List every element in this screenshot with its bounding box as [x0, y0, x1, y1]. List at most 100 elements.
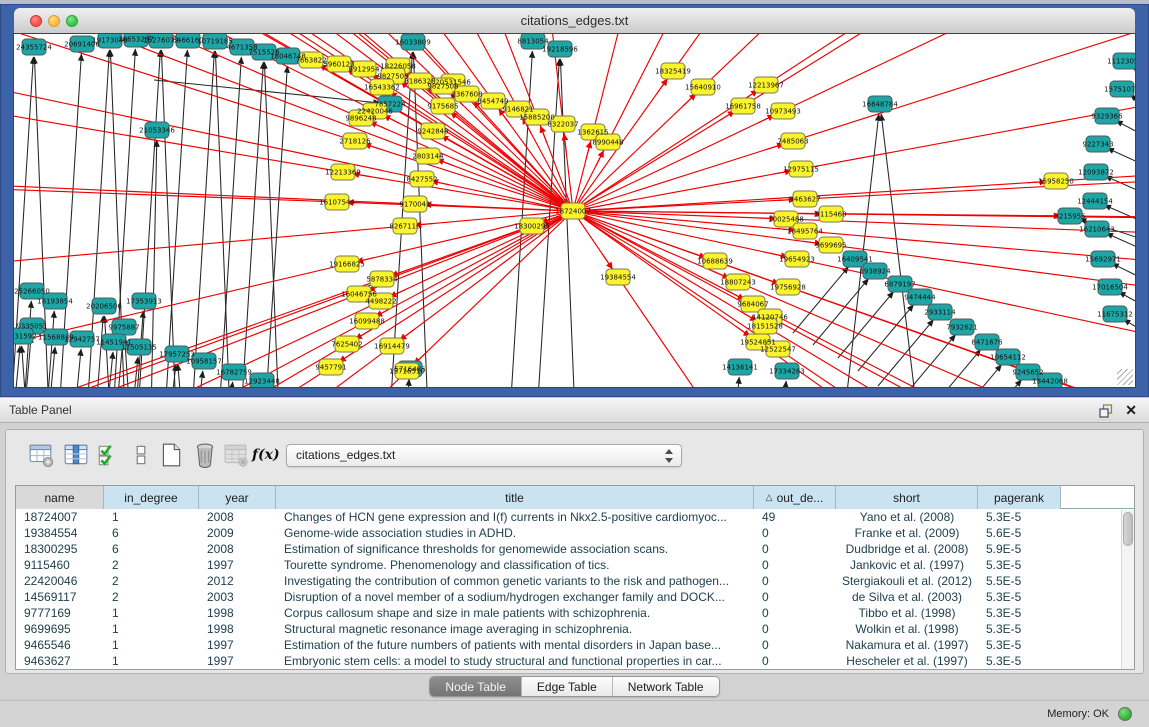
tab-network-table[interactable]: Network Table	[612, 677, 719, 696]
graph-node-label: 19166825	[329, 261, 365, 269]
table-row[interactable]: 1456911722003Disruption of a novel membe…	[16, 589, 1134, 605]
graph-node-label: 18151528	[747, 323, 783, 331]
table-row[interactable]: 946554611997Estimation of the future num…	[16, 637, 1134, 653]
cell-in_degree: 1	[104, 653, 199, 669]
delete-columns-icon[interactable]	[192, 442, 218, 468]
cell-name: 9115460	[16, 557, 104, 573]
graph-node-label: 7485063	[777, 138, 808, 146]
unselect-all-icon[interactable]	[128, 442, 154, 468]
graph-node-label: 9474444	[904, 294, 936, 302]
column-header-in_degree[interactable]: in_degree	[104, 486, 199, 509]
create-column-icon[interactable]	[158, 442, 184, 468]
table-row[interactable]: 969969511998Structural magnetic resonanc…	[16, 621, 1134, 637]
cell-title: Estimation of the future numbers of pati…	[276, 637, 754, 653]
window-title: citations_edges.txt	[14, 13, 1135, 28]
graph-node-label: 9975887	[108, 324, 139, 332]
graph-node-label: 18325419	[655, 68, 691, 76]
table-settings-icon[interactable]	[28, 442, 54, 468]
graph-node-label: 7663822	[295, 57, 326, 65]
graph-node-label: 1362615	[577, 129, 608, 137]
graph-node-label: 16648784	[862, 101, 898, 109]
graph-node-label: 9699695	[815, 242, 846, 250]
table-panel-title: Table Panel	[9, 403, 72, 417]
graph-node-label: 19384554	[600, 274, 636, 282]
delete-table-icon[interactable]	[223, 442, 249, 468]
cell-out_degree: 0	[754, 621, 836, 637]
cell-in_degree: 1	[104, 509, 199, 525]
show-columns-icon[interactable]	[63, 442, 89, 468]
graph-node-label: 2718126	[339, 138, 371, 146]
function-builder-icon[interactable]: f(x)	[252, 442, 278, 468]
column-header-pagerank[interactable]: pagerank	[978, 486, 1061, 509]
graph-node-label: 19218596	[542, 46, 578, 54]
graph-node-label: 15692971	[1085, 256, 1121, 264]
graph-node-label: 16409541	[837, 256, 873, 264]
table-row[interactable]: 977716911998Corpus callosum shape and si…	[16, 605, 1134, 621]
table-row[interactable]: 2242004622012Investigating the contribut…	[16, 573, 1134, 589]
graph-node-label: 9335051	[16, 323, 47, 331]
tab-edge-table[interactable]: Edge Table	[521, 677, 612, 696]
column-header-name[interactable]: name	[16, 486, 104, 509]
network-canvas[interactable]: 2435572420691406191730461065328715276072…	[14, 34, 1135, 387]
graph-node-label: 12093872	[1078, 169, 1114, 177]
graph-node-label: 18442068	[1032, 378, 1068, 386]
table-row[interactable]: 1872400712008Changes of HCN gene express…	[16, 509, 1134, 525]
sort-ascending-icon: △	[766, 492, 773, 503]
column-header-short[interactable]: short	[836, 486, 978, 509]
resize-grip-icon[interactable]	[1117, 369, 1133, 385]
cell-pagerank: 5.9E-5	[978, 541, 1061, 557]
float-panel-icon[interactable]	[1099, 404, 1113, 418]
graph-node-label: 2803144	[412, 153, 444, 161]
network-view-window: citations_edges.txt 24355724206914061917…	[0, 4, 1149, 397]
graph-node-label: 16099488	[349, 318, 385, 326]
scrollbar-thumb[interactable]	[1123, 512, 1133, 546]
cytoscape-app: citations_edges.txt 24355724206914061917…	[0, 0, 1149, 727]
citation-network-graph[interactable]: 2435572420691406191730461065328715276072…	[14, 34, 1135, 387]
tab-node-table[interactable]: Node Table	[430, 677, 521, 696]
table-body: 1872400712008Changes of HCN gene express…	[16, 509, 1134, 669]
graph-node-label: 10688639	[697, 258, 733, 266]
graph-node-label: 12923448	[244, 378, 280, 386]
table-scrollbar[interactable]	[1121, 510, 1134, 669]
graph-node-label: 9827508	[427, 83, 458, 91]
close-panel-icon[interactable]: ✕	[1125, 401, 1137, 419]
graph-node-label: 25266050	[14, 288, 50, 296]
graph-node-label: 8215955	[1054, 213, 1085, 221]
table-row[interactable]: 1938455462009Genome-wide association stu…	[16, 525, 1134, 541]
cell-pagerank: 5.3E-5	[978, 637, 1061, 653]
cell-year: 1998	[199, 605, 276, 621]
cell-title: Changes of HCN gene expression and I(f) …	[276, 509, 754, 525]
cell-year: 1997	[199, 637, 276, 653]
graph-node-label: 4498222	[365, 298, 396, 306]
select-all-icon[interactable]	[96, 442, 122, 468]
graph-node-label: 18724007	[555, 208, 591, 216]
graph-node-label: 21053346	[139, 127, 175, 135]
table-row[interactable]: 946362711997Embryonic stem cells: a mode…	[16, 653, 1134, 669]
graph-node-label: 16782759	[216, 369, 252, 377]
graph-node-label: 15958250	[1038, 178, 1074, 186]
graph-node-label: 19756928	[770, 284, 806, 292]
graph-node-label: 8912954	[348, 66, 380, 74]
graph-node-label: 12522547	[760, 346, 796, 354]
cell-pagerank: 5.3E-5	[978, 621, 1061, 637]
graph-node-label: 12444154	[1077, 198, 1113, 206]
memory-status-label: Memory: OK	[1047, 708, 1109, 720]
cell-out_degree: 0	[754, 653, 836, 669]
column-header-title[interactable]: title	[276, 486, 754, 509]
cell-short: Jankovic et al. (1997)	[836, 557, 978, 573]
graph-node-label: 15716510	[389, 368, 425, 376]
node-attribute-table: namein_degreeyeartitle△out_de...shortpag…	[15, 485, 1135, 670]
cell-name: 9463627	[16, 653, 104, 669]
table-panel-header: Table Panel ✕	[0, 397, 1149, 423]
cell-short: Stergiakouli et al. (2012)	[836, 573, 978, 589]
cell-year: 1998	[199, 621, 276, 637]
table-row[interactable]: 1830029562008Estimation of significance …	[16, 541, 1134, 557]
graph-node-label: 9242848	[417, 128, 448, 136]
column-header-year[interactable]: year	[199, 486, 276, 509]
table-selector-dropdown[interactable]: citations_edges.txt	[286, 444, 682, 467]
cell-pagerank: 5.3E-5	[978, 509, 1061, 525]
column-header-out_degree[interactable]: △out_de...	[754, 486, 836, 509]
cell-out_degree: 0	[754, 637, 836, 653]
table-row[interactable]: 911546021997Tourette syndrome. Phenomeno…	[16, 557, 1134, 573]
network-window-titlebar[interactable]: citations_edges.txt	[14, 8, 1135, 34]
